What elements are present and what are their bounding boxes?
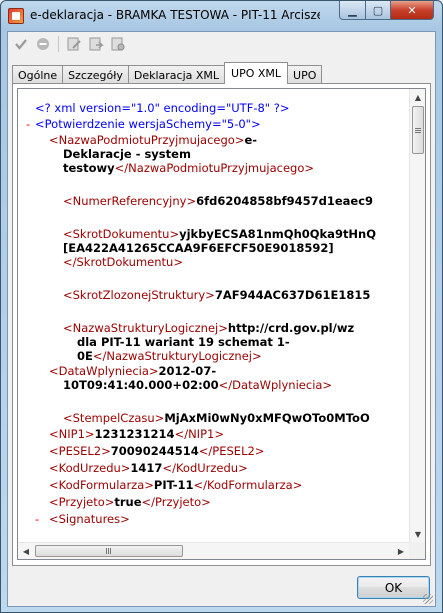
xml-value: http://crd.gov.pl/wz <box>227 321 355 335</box>
xml-value: Deklaracje - system <box>63 147 191 161</box>
xml-root-open-tag: <Potwierdzenie wersjaSchemy="5-0"> <box>35 117 261 131</box>
xml-tag: <KodUrzedu> <box>49 461 131 475</box>
xml-signatures-open-tag: <Signatures> <box>49 512 130 526</box>
xml-tag: </KodUrzedu> <box>162 461 248 475</box>
minimize-button[interactable]: ▁ <box>339 1 366 20</box>
xml-tag: <SkrotDokumentu> <box>63 227 180 241</box>
xml-stempel-line: <StempelCzasu>MjAxMi0wNy0xMFQwOTo0MToO <box>63 411 370 425</box>
scroll-up-icon[interactable]: ▲ <box>410 89 425 105</box>
xml-numref-line: <NumerReferencyjny>6fd6204858bf9457d1eae… <box>63 194 373 208</box>
maximize-button[interactable]: ▢ <box>365 1 391 20</box>
tab-strip: Ogólne Szczegóły Deklaracja XML UPO XML … <box>12 62 323 84</box>
xml-value: 6fd6204858bf9457d1eaec9 <box>196 194 374 208</box>
xml-tag: <PESEL2> <box>49 444 111 458</box>
xml-tag: <SkrotZlozonejStruktury> <box>63 288 215 302</box>
window-title: e-deklaracja - BRAMKA TESTOWA - PIT-11 A… <box>30 8 320 22</box>
xml-przyjeto-line: <Przyjeto>true</Przyjeto> <box>49 495 211 509</box>
vertical-scrollbar[interactable]: ▲ ▼ <box>409 89 425 542</box>
xml-nazwa-line-3: testowy</NazwaPodmiotuPrzyjmujacego> <box>63 161 314 175</box>
xml-tag: </Przyjeto> <box>141 495 211 509</box>
xml-value: 7AF944AC637D61E1815 <box>214 288 371 302</box>
xml-tag: <NazwaStrukturyLogicznej> <box>63 321 228 335</box>
xml-viewer[interactable]: <? xml version="1.0" encoding="UTF-8" ?>… <box>17 88 426 560</box>
document-edit-icon[interactable] <box>65 35 83 53</box>
xml-data-line: <DataWplyniecia>2012-07- <box>49 364 216 378</box>
xml-value: yjkbyECSA81nmQh0Qka9tHnQ <box>179 227 377 241</box>
dialog-window: e-deklaracja - BRAMKA TESTOWA - PIT-11 A… <box>0 0 443 613</box>
app-icon <box>8 8 24 24</box>
tab-upo-xml[interactable]: UPO XML <box>224 62 289 84</box>
scroll-down-icon[interactable]: ▼ <box>410 526 425 542</box>
close-icon: ✕ <box>407 3 417 17</box>
xml-tag: </KodFormularza> <box>193 478 303 492</box>
collapse-toggle[interactable]: - <box>35 512 39 526</box>
xml-tag: <StempelCzasu> <box>63 411 165 425</box>
toolbar <box>8 32 435 56</box>
tab-upo[interactable]: UPO <box>287 65 323 84</box>
xml-declaration: <? xml version="1.0" encoding="UTF-8" ?> <box>35 101 290 115</box>
toolbar-separator <box>58 36 59 52</box>
xml-value: dla PIT-11 wariant 19 schemat 1- <box>77 335 290 349</box>
resize-grip[interactable] <box>423 594 433 604</box>
vertical-scroll-thumb[interactable] <box>412 106 424 154</box>
xml-root-line: <Potwierdzenie wersjaSchemy="5-0"> <box>35 117 261 131</box>
tab-deklaracja-xml[interactable]: Deklaracja XML <box>127 65 226 84</box>
tab-szczegoly[interactable]: Szczegóły <box>62 65 129 84</box>
xml-value: 2012-07- <box>158 364 217 378</box>
close-button[interactable]: ✕ <box>390 1 434 20</box>
xml-value: 1231231214 <box>94 427 175 441</box>
tab-ogolne[interactable]: Ogólne <box>12 65 64 84</box>
xml-logicznej-line: <NazwaStrukturyLogicznej>http://crd.gov.… <box>63 321 354 335</box>
xml-value: 1417 <box>130 461 163 475</box>
xml-nip-line: <NIP1>1231231214</NIP1> <box>49 427 224 441</box>
xml-value: true <box>114 495 142 509</box>
document-settings-icon[interactable] <box>109 35 127 53</box>
xml-value: testowy <box>63 161 115 175</box>
xml-skrot-line: <SkrotDokumentu>yjkbyECSA81nmQh0Qka9tHnQ <box>63 227 376 241</box>
xml-content: <? xml version="1.0" encoding="UTF-8" ?>… <box>18 89 410 541</box>
xml-logicznej-line-3: 0E</NazwaStrukturyLogicznej> <box>77 349 262 363</box>
document-send-icon[interactable] <box>87 35 105 53</box>
title-bar[interactable]: e-deklaracja - BRAMKA TESTOWA - PIT-11 A… <box>1 1 442 31</box>
tab-panel-upo-xml: <? xml version="1.0" encoding="UTF-8" ?>… <box>12 83 431 566</box>
xml-tag: </NazwaStrukturyLogicznej> <box>92 349 262 363</box>
xml-formularz-line: <KodFormularza>PIT-11</KodFormularza> <box>49 478 302 492</box>
horizontal-scrollbar[interactable]: ◀ ▶ <box>18 542 409 559</box>
xml-tag: </NIP1> <box>174 427 224 441</box>
xml-tag: </PESEL2> <box>198 444 265 458</box>
xml-value: 70090244514 <box>110 444 199 458</box>
xml-value: [EA422A41265CCAA9F6EFCF50E9018592] <box>63 241 334 255</box>
cancel-icon[interactable] <box>34 35 52 53</box>
xml-pesel-line: <PESEL2>70090244514</PESEL2> <box>49 444 264 458</box>
minimize-icon: ▁ <box>348 3 357 17</box>
xml-tag: <NazwaPodmiotuPrzyjmujacego> <box>49 133 245 147</box>
xml-nazwa-line: <NazwaPodmiotuPrzyjmujacego>e- <box>49 133 257 147</box>
check-icon[interactable] <box>12 35 30 53</box>
xml-tag: </NazwaPodmiotuPrzyjmujacego> <box>114 161 315 175</box>
xml-tag: </SkrotDokumentu> <box>63 255 183 269</box>
xml-tag: <NIP1> <box>49 427 95 441</box>
xml-urzad-line: <KodUrzedu>1417</KodUrzedu> <box>49 461 248 475</box>
xml-tag: <NumerReferencyjny> <box>63 194 197 208</box>
xml-value: e- <box>244 133 258 147</box>
scroll-right-icon[interactable]: ▶ <box>393 543 409 559</box>
xml-data-line-2: 10T09:41:40.000+02:00</DataWplyniecia> <box>63 378 332 392</box>
ok-button[interactable]: OK <box>357 576 430 599</box>
scroll-left-icon[interactable]: ◀ <box>18 543 34 559</box>
xml-tag: <DataWplyniecia> <box>49 364 159 378</box>
xml-value: PIT-11 <box>153 478 194 492</box>
xml-tag: </DataWplyniecia> <box>218 378 333 392</box>
horizontal-scroll-thumb[interactable] <box>35 545 183 557</box>
collapse-toggle[interactable]: - <box>26 117 30 131</box>
xml-zlozonej-line: <SkrotZlozonejStruktury>7AF944AC637D61E1… <box>63 288 370 302</box>
xml-tag: <Przyjeto> <box>49 495 115 509</box>
scrollbar-corner <box>409 542 425 559</box>
xml-tag: <KodFormularza> <box>49 478 154 492</box>
xml-value: MjAxMi0wNy0xMFQwOTo0MToO <box>164 411 370 425</box>
xml-value: 0E <box>77 349 93 363</box>
xml-value: 10T09:41:40.000+02:00 <box>63 378 219 392</box>
dialog-client-area: Ogólne Szczegóły Deklaracja XML UPO XML … <box>7 31 436 607</box>
maximize-icon: ▢ <box>372 3 384 17</box>
